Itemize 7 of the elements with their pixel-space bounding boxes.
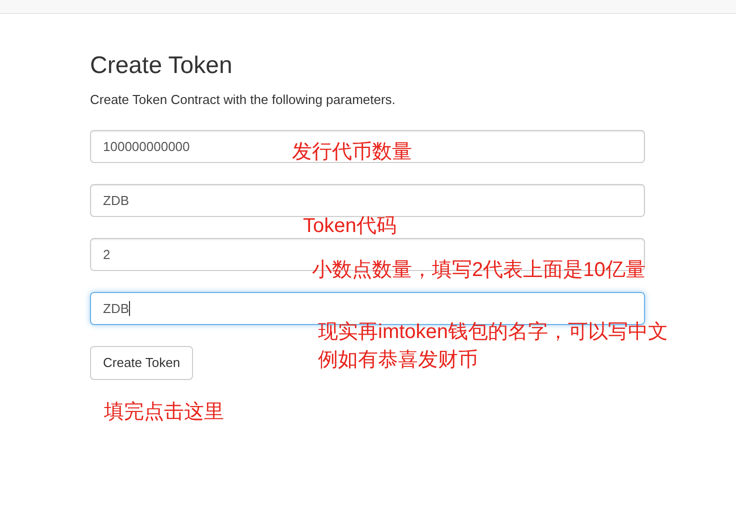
input-field[interactable]: ZDB (90, 184, 645, 217)
annotation-text: Token代码 (303, 214, 396, 239)
annotation-text: 发行代币数量 (292, 140, 412, 165)
page-title: Create Token (90, 52, 234, 80)
annotation-text: 填完点击这里 (104, 400, 224, 425)
page-subtitle: Create Token Contract with the following parameters. (90, 91, 396, 109)
create-token-button[interactable]: Create Token (90, 346, 194, 380)
